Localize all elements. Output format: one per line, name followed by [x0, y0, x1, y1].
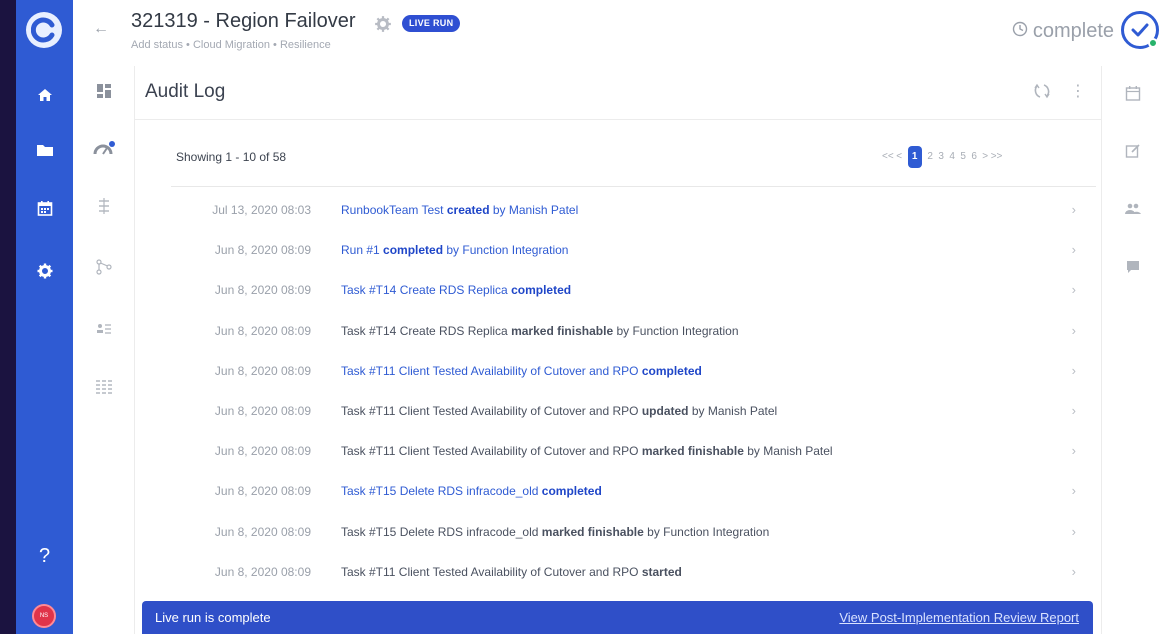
page-header: ← 321319 - Region Failover LIVE RUN Add …: [73, 0, 1162, 66]
panel-title: Audit Log: [145, 81, 226, 102]
audit-row[interactable]: Jun 8, 2020 08:09 Run #1 completed by Fu…: [171, 230, 1096, 270]
online-indicator: [1148, 38, 1158, 48]
banner-message: Live run is complete: [155, 610, 271, 625]
row-date: Jun 8, 2020 08:09: [214, 564, 311, 579]
chevron-right-icon[interactable]: ›: [1072, 471, 1076, 511]
audit-log-header: Audit Log ⋮: [135, 66, 1101, 120]
chevron-right-icon[interactable]: ›: [1072, 512, 1076, 552]
row-date: Jun 8, 2020 08:09: [214, 283, 311, 298]
row-text: Task #T11 Client Tested Availability of …: [341, 444, 833, 459]
chevron-right-icon[interactable]: ›: [1072, 190, 1076, 230]
audit-row[interactable]: Jun 8, 2020 08:09 Task #T14 Create RDS R…: [171, 270, 1096, 310]
row-text: Task #T15 Delete RDS infracode_old compl…: [341, 484, 602, 499]
comment-icon[interactable]: [1102, 252, 1162, 282]
divider: [171, 186, 1096, 187]
pagination: << < 1 2 3 4 5 6 > >>: [882, 146, 1002, 168]
calendar-icon[interactable]: [1102, 78, 1162, 108]
chevron-right-icon[interactable]: ›: [1072, 552, 1076, 592]
row-date: Jun 8, 2020 08:09: [214, 243, 311, 258]
last-page-button[interactable]: >>: [991, 146, 1003, 168]
row-date: Jun 8, 2020 08:09: [214, 403, 311, 418]
right-tool-rail: [1101, 66, 1162, 634]
row-date: Jun 8, 2020 08:09: [214, 323, 311, 338]
team-list-icon[interactable]: [73, 314, 135, 344]
audit-row[interactable]: Jun 8, 2020 08:09 Task #T11 Client Teste…: [171, 391, 1096, 431]
clock-icon: [1012, 20, 1028, 43]
live-run-complete-banner: Live run is complete View Post-Implement…: [142, 601, 1093, 634]
page-button-6[interactable]: 6: [969, 146, 980, 168]
chevron-right-icon[interactable]: ›: [1072, 351, 1076, 391]
settings-icon[interactable]: [16, 256, 73, 286]
page-button-4[interactable]: 4: [947, 146, 958, 168]
audit-row[interactable]: Jun 8, 2020 08:09 Task #T15 Delete RDS i…: [171, 512, 1096, 552]
row-text: Task #T14 Create RDS Replica marked fini…: [341, 323, 739, 338]
primary-nav-rail: ? NS: [16, 0, 73, 634]
edit-icon[interactable]: [1102, 136, 1162, 166]
user-avatar[interactable]: NS: [32, 604, 56, 628]
more-options-icon[interactable]: ⋮: [1070, 80, 1086, 104]
secondary-nav: [73, 66, 135, 634]
row-date: Jul 13, 2020 08:03: [212, 203, 311, 217]
row-text: Task #T14 Create RDS Replica completed: [341, 283, 572, 298]
complete-check-icon[interactable]: [1121, 11, 1159, 49]
first-page-button[interactable]: <<: [882, 146, 894, 168]
page-button-2[interactable]: 2: [925, 146, 936, 168]
chevron-right-icon[interactable]: ›: [1072, 311, 1076, 351]
review-report-link[interactable]: View Post-Implementation Review Report: [839, 610, 1079, 625]
live-run-badge: LIVE RUN: [402, 15, 461, 32]
page-button-1[interactable]: 1: [907, 146, 922, 168]
row-text: Task #T11 Client Tested Availability of …: [341, 363, 702, 378]
dashboard-icon[interactable]: [73, 76, 135, 106]
row-text: Task #T15 Delete RDS infracode_old marke…: [341, 524, 770, 539]
breadcrumb[interactable]: Add status • Cloud Migration • Resilienc…: [131, 39, 331, 51]
page-button-3[interactable]: 3: [936, 146, 947, 168]
workflow-icon[interactable]: [73, 252, 135, 282]
chevron-right-icon[interactable]: ›: [1072, 391, 1076, 431]
row-date: Jun 8, 2020 08:09: [214, 524, 311, 539]
run-status: complete: [1012, 20, 1114, 43]
status-text: complete: [1032, 20, 1114, 42]
row-date: Jun 8, 2020 08:09: [214, 444, 311, 459]
audit-row[interactable]: Jun 8, 2020 08:09 Task #T11 Client Teste…: [171, 351, 1096, 391]
calendar-icon[interactable]: [16, 193, 73, 223]
refresh-icon[interactable]: [1033, 82, 1053, 102]
audit-log-list: Jul 13, 2020 08:03 RunbookTeam Test crea…: [171, 190, 1096, 592]
row-date: Jun 8, 2020 08:09: [214, 484, 311, 499]
app-logo[interactable]: [26, 12, 62, 48]
people-icon[interactable]: [1102, 194, 1162, 224]
home-icon[interactable]: [16, 80, 73, 110]
page-title: 321319 - Region Failover: [131, 10, 356, 32]
row-text: Run #1 completed by Function Integration: [341, 243, 569, 258]
audit-row[interactable]: Jun 8, 2020 08:09 Task #T15 Delete RDS i…: [171, 471, 1096, 511]
audit-row[interactable]: Jul 13, 2020 08:03 RunbookTeam Test crea…: [171, 190, 1096, 230]
row-date: Jun 8, 2020 08:09: [214, 363, 311, 378]
folder-icon[interactable]: [16, 135, 73, 165]
prev-page-button[interactable]: <: [894, 146, 905, 168]
help-icon[interactable]: ?: [16, 541, 73, 571]
row-text: Task #T11 Client Tested Availability of …: [341, 564, 682, 579]
back-arrow-icon[interactable]: ←: [90, 18, 112, 40]
grid-icon[interactable]: [73, 372, 135, 402]
audit-row[interactable]: Jun 8, 2020 08:09 Task #T14 Create RDS R…: [171, 311, 1096, 351]
app-window: ? NS ← 321319 - Region Failover LIVE RUN…: [16, 0, 1162, 634]
task-list-icon[interactable]: [73, 191, 135, 221]
audit-row[interactable]: Jun 8, 2020 08:09 Task #T11 Client Teste…: [171, 431, 1096, 471]
chevron-right-icon[interactable]: ›: [1072, 431, 1076, 471]
row-text: Task #T11 Client Tested Availability of …: [341, 403, 778, 418]
runbook-dashboard-icon[interactable]: [73, 134, 135, 164]
showing-count: Showing 1 - 10 of 58: [176, 150, 287, 164]
page-button-5[interactable]: 5: [958, 146, 969, 168]
audit-row[interactable]: Jun 8, 2020 08:09 Task #T11 Client Teste…: [171, 552, 1096, 592]
row-text: RunbookTeam Test created by Manish Patel: [341, 203, 579, 217]
chevron-right-icon[interactable]: ›: [1072, 230, 1076, 270]
chevron-right-icon[interactable]: ›: [1072, 270, 1076, 310]
runbook-settings-icon[interactable]: [374, 15, 392, 33]
next-page-button[interactable]: >: [980, 146, 991, 168]
